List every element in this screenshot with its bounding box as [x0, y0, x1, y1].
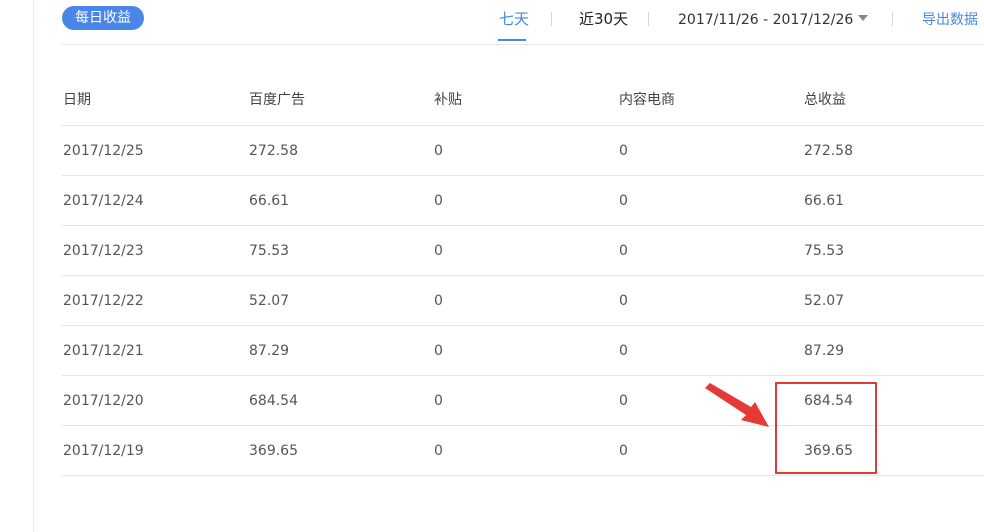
- cell-date: 2017/12/25: [63, 143, 144, 159]
- cell-subsidy: 0: [434, 243, 443, 259]
- table-row: 2017/12/23 75.53 0 0 75.53: [62, 226, 984, 276]
- cell-baidu-ads: 66.61: [249, 193, 290, 209]
- cell-content-ecommerce: 0: [619, 343, 628, 359]
- cell-date: 2017/12/23: [63, 243, 144, 259]
- active-tab-indicator: [498, 39, 526, 41]
- annotation-highlight-box: [775, 382, 877, 474]
- cell-date: 2017/12/19: [63, 443, 144, 459]
- cell-total-earnings: 52.07: [804, 293, 845, 309]
- cell-subsidy: 0: [434, 443, 443, 459]
- export-data-link[interactable]: 导出数据: [922, 10, 978, 30]
- cell-baidu-ads: 684.54: [249, 393, 298, 409]
- table-row: 2017/12/22 52.07 0 0 52.07: [62, 276, 984, 326]
- column-header-total-earnings: 总收益: [804, 92, 846, 108]
- cell-subsidy: 0: [434, 143, 443, 159]
- tab-divider: [892, 12, 893, 26]
- cell-subsidy: 0: [434, 343, 443, 359]
- tab-thirty-days[interactable]: 近30天: [579, 9, 628, 29]
- cell-date: 2017/12/24: [63, 193, 144, 209]
- cell-baidu-ads: 272.58: [249, 143, 298, 159]
- cell-content-ecommerce: 0: [619, 193, 628, 209]
- cell-baidu-ads: 52.07: [249, 293, 290, 309]
- cell-date: 2017/12/21: [63, 343, 144, 359]
- cell-content-ecommerce: 0: [619, 143, 628, 159]
- cell-subsidy: 0: [434, 293, 443, 309]
- cell-subsidy: 0: [434, 393, 443, 409]
- annotation-arrow-shape: [705, 383, 769, 427]
- date-range-picker[interactable]: 2017/11/26 - 2017/12/26: [678, 10, 853, 30]
- chevron-down-icon[interactable]: [858, 15, 868, 21]
- column-header-date: 日期: [63, 92, 91, 108]
- cell-baidu-ads: 369.65: [249, 443, 298, 459]
- header-divider: [62, 44, 984, 45]
- cell-content-ecommerce: 0: [619, 393, 628, 409]
- tab-divider: [648, 12, 649, 26]
- column-header-content-ecommerce: 内容电商: [619, 92, 675, 108]
- column-header-baidu-ads: 百度广告: [249, 92, 305, 108]
- cell-subsidy: 0: [434, 193, 443, 209]
- column-header-subsidy: 补贴: [434, 92, 462, 108]
- cell-baidu-ads: 75.53: [249, 243, 290, 259]
- tab-divider: [551, 12, 552, 26]
- cell-content-ecommerce: 0: [619, 443, 628, 459]
- cell-content-ecommerce: 0: [619, 243, 628, 259]
- tab-seven-days[interactable]: 七天: [499, 9, 529, 29]
- cell-total-earnings: 75.53: [804, 243, 845, 259]
- table-row: 2017/12/21 87.29 0 0 87.29: [62, 326, 984, 376]
- daily-earnings-badge[interactable]: 每日收益: [62, 6, 144, 30]
- annotation-arrow-icon: [705, 383, 769, 427]
- cell-total-earnings: 87.29: [804, 343, 845, 359]
- table-header-row: 日期 百度广告 补贴 内容电商 总收益: [62, 76, 984, 126]
- table-row: 2017/12/25 272.58 0 0 272.58: [62, 126, 984, 176]
- cell-date: 2017/12/20: [63, 393, 144, 409]
- cell-date: 2017/12/22: [63, 293, 144, 309]
- cell-total-earnings: 66.61: [804, 193, 845, 209]
- cell-total-earnings: 272.58: [804, 143, 853, 159]
- left-sidebar-rail: [0, 0, 34, 532]
- cell-content-ecommerce: 0: [619, 293, 628, 309]
- table-row: 2017/12/24 66.61 0 0 66.61: [62, 176, 984, 226]
- cell-baidu-ads: 87.29: [249, 343, 290, 359]
